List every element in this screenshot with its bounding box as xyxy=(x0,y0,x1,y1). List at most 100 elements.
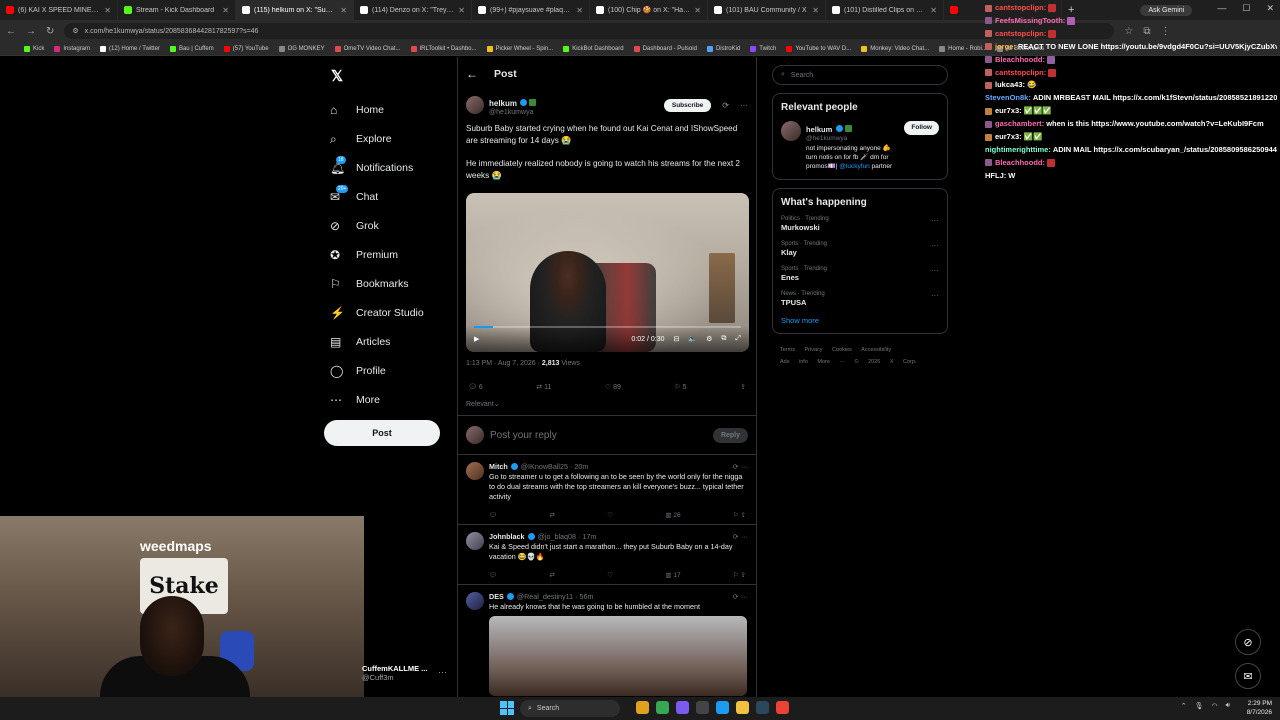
avatar[interactable] xyxy=(466,532,484,550)
forward-icon[interactable]: → xyxy=(26,26,36,37)
clock[interactable]: 2:29 PM 8/7/2026 xyxy=(1247,699,1272,717)
bookmark-item[interactable]: Kick xyxy=(24,45,44,52)
windows-start-icon[interactable] xyxy=(500,701,514,715)
views-action[interactable]: ▥ 26 xyxy=(665,511,680,519)
steam-icon[interactable] xyxy=(756,701,769,714)
browser-tab[interactable]: (6) KAI X SPEED MINECRAFT M ✕ xyxy=(0,0,118,20)
nav-item-articles[interactable]: ▤ Articles xyxy=(324,327,454,356)
nav-item-chat[interactable]: ✉ 20+ Chat xyxy=(324,182,454,211)
messages-icon[interactable]: ✉ xyxy=(1235,663,1261,689)
reply-icon[interactable]: 💬︎ xyxy=(489,511,497,519)
browser-tab[interactable]: (101) Distilled Clips on X: "HE T ✕ xyxy=(826,0,944,20)
subscribe-button[interactable]: Subscribe xyxy=(663,98,712,112)
tab-close-icon[interactable]: ✕ xyxy=(222,6,229,15)
app-icon[interactable] xyxy=(636,701,649,714)
reply-input[interactable]: Post your reply xyxy=(490,430,557,441)
avatar[interactable] xyxy=(466,592,484,610)
bookmark-item[interactable]: IRLToolkit • Dashbo... xyxy=(410,45,477,52)
author-name[interactable]: helkum xyxy=(489,99,517,108)
bookmark-item[interactable]: OmeTV Video Chat... xyxy=(334,45,401,52)
nav-item-notifications[interactable]: 🔔︎ 18 Notifications xyxy=(324,153,454,182)
bookmark-item[interactable]: (57) YouTube xyxy=(223,45,269,52)
file-explorer-icon[interactable] xyxy=(736,701,749,714)
browser-tab[interactable]: (99+) #pjaysuave #plaqueboym ✕ xyxy=(472,0,590,20)
avatar[interactable] xyxy=(466,96,484,114)
person-handle[interactable]: @he1kumwya xyxy=(806,135,899,142)
bookmark-item[interactable]: Instagram xyxy=(54,45,90,52)
heart-icon[interactable]: ♡ xyxy=(607,511,613,519)
avatar[interactable] xyxy=(466,426,484,444)
wifi-icon[interactable]: ◠ xyxy=(1211,702,1217,710)
reply-sort-dropdown[interactable]: Relevant⌄ xyxy=(466,400,748,408)
reply-action[interactable]: 💬︎ 6 xyxy=(468,383,483,391)
fullscreen-icon[interactable]: ⤢ xyxy=(735,335,741,343)
bookmark-item[interactable]: KickBot Dashboard xyxy=(563,45,624,52)
chevron-up-icon[interactable]: ⌃ xyxy=(1181,702,1187,710)
grok-analyze-icon[interactable]: ⟳ xyxy=(722,101,729,110)
trend-item[interactable]: Politics · Trending Murkowski ··· xyxy=(781,216,939,232)
browser-tab[interactable]: Stream - Kick Dashboard ✕ xyxy=(118,0,236,20)
reply-author-name[interactable]: Mitch xyxy=(489,462,508,471)
browser-tab[interactable]: (100) Chip 🍪 on X: "Haskell, C✕ xyxy=(590,0,708,20)
bio-link[interactable]: @luckyfun xyxy=(839,163,869,170)
reply-button[interactable]: Reply xyxy=(712,427,748,443)
show-more-link[interactable]: Show more xyxy=(781,316,939,325)
mic-icon[interactable]: 🎙︎ xyxy=(1195,702,1204,710)
share-icon[interactable]: ⇪ xyxy=(740,383,746,391)
reply-author-name[interactable]: Johnblack xyxy=(489,532,525,541)
reply-author-name[interactable]: DES xyxy=(489,592,504,601)
nav-item-creator-studio[interactable]: ⚡ Creator Studio xyxy=(324,298,454,327)
reply-icon[interactable]: 💬︎ xyxy=(489,571,497,579)
reply-media[interactable] xyxy=(489,616,747,696)
reply-author-handle[interactable]: @IKnowBall25 · 20m xyxy=(521,462,589,471)
bookmark-item[interactable]: Twitch xyxy=(750,45,776,52)
more-options-icon[interactable]: ··· xyxy=(931,266,939,282)
bookmark-share-icons[interactable]: ⚐ ⇪ xyxy=(733,511,746,519)
captions-icon[interactable]: ⊟ xyxy=(674,335,680,343)
x-logo-icon[interactable]: 𝕏 xyxy=(331,67,343,85)
browser-tab[interactable]: (101) BAU Community / X ✕ xyxy=(708,0,826,20)
tab-close-icon[interactable]: ✕ xyxy=(812,6,819,15)
pip-icon[interactable]: ⧉ xyxy=(721,335,726,343)
bookmark-item[interactable]: Bau | Cuffem xyxy=(169,45,214,52)
chrome-icon[interactable] xyxy=(776,701,789,714)
more-options-icon[interactable]: ··· xyxy=(931,216,939,232)
bookmark-item[interactable]: YouTube to WAV D... xyxy=(786,45,851,52)
bookmark-share-icons[interactable]: ⚐ ⇪ xyxy=(733,571,746,579)
tab-close-icon[interactable]: ✕ xyxy=(104,6,111,15)
grok-icon[interactable]: ⊘ xyxy=(1235,629,1261,655)
bookmark-action[interactable]: ⚐ 5 xyxy=(674,383,686,391)
bookmark-item[interactable]: Monkey: Video Chat... xyxy=(861,45,929,52)
reply-author-handle[interactable]: @jo_blaq08 · 17m xyxy=(538,532,597,541)
bookmark-item[interactable]: Picker Wheel - Spin... xyxy=(486,45,553,52)
tab-close-icon[interactable]: ✕ xyxy=(340,6,347,15)
author-handle[interactable]: @he1kumwya xyxy=(489,109,536,116)
footer-line-1[interactable]: Terms Privacy Cookies Accessibility xyxy=(780,344,948,356)
account-switcher[interactable]: CuffemKALLME ... @Cuff3m xyxy=(362,664,427,682)
tweet-video[interactable]: ▶ 0:02 / 0:30 ⊟ 🔈 ⚙ ⧉ ⤢ xyxy=(466,193,749,352)
settings-icon[interactable]: ⚙ xyxy=(706,335,712,343)
tab-close-icon[interactable]: ✕ xyxy=(576,6,583,15)
nav-item-home[interactable]: ⌂ Home xyxy=(324,95,454,124)
avatar[interactable] xyxy=(781,121,801,141)
more-options-icon[interactable]: ··· xyxy=(740,101,748,110)
footer-line-2[interactable]: Ads info More ··· © 2026 X Corp. xyxy=(780,356,948,368)
back-icon[interactable]: ← xyxy=(6,26,16,37)
reload-icon[interactable]: ↻ xyxy=(46,26,54,37)
volume-icon[interactable]: 🔊︎ xyxy=(1226,702,1230,710)
more-options-icon[interactable]: ··· xyxy=(931,291,939,307)
more-options-icon[interactable]: ⟳ ··· xyxy=(733,532,748,541)
nav-item-more[interactable]: ⋯ More xyxy=(324,385,454,414)
tab-close-icon[interactable]: ✕ xyxy=(694,6,701,15)
reply-tweet[interactable]: Mitch @IKnowBall25 · 20m ⟳ ··· Go to stream… xyxy=(458,455,756,525)
reply-author-handle[interactable]: @Real_destiny11 · 56m xyxy=(517,592,594,601)
app-icon[interactable] xyxy=(696,701,709,714)
site-info-icon[interactable]: ⚙ xyxy=(72,27,78,35)
like-action[interactable]: ♡ 89 xyxy=(605,383,621,391)
post-button[interactable]: Post xyxy=(324,420,440,446)
back-arrow-icon[interactable]: ← xyxy=(466,67,478,81)
more-options-icon[interactable]: ··· xyxy=(931,241,939,257)
reply-tweet[interactable]: DES @Real_destiny11 · 56m ⟳ ··· He already … xyxy=(458,585,756,697)
more-options-icon[interactable]: ⟳ ··· xyxy=(733,592,748,601)
tab-close-icon[interactable]: ✕ xyxy=(458,6,465,15)
